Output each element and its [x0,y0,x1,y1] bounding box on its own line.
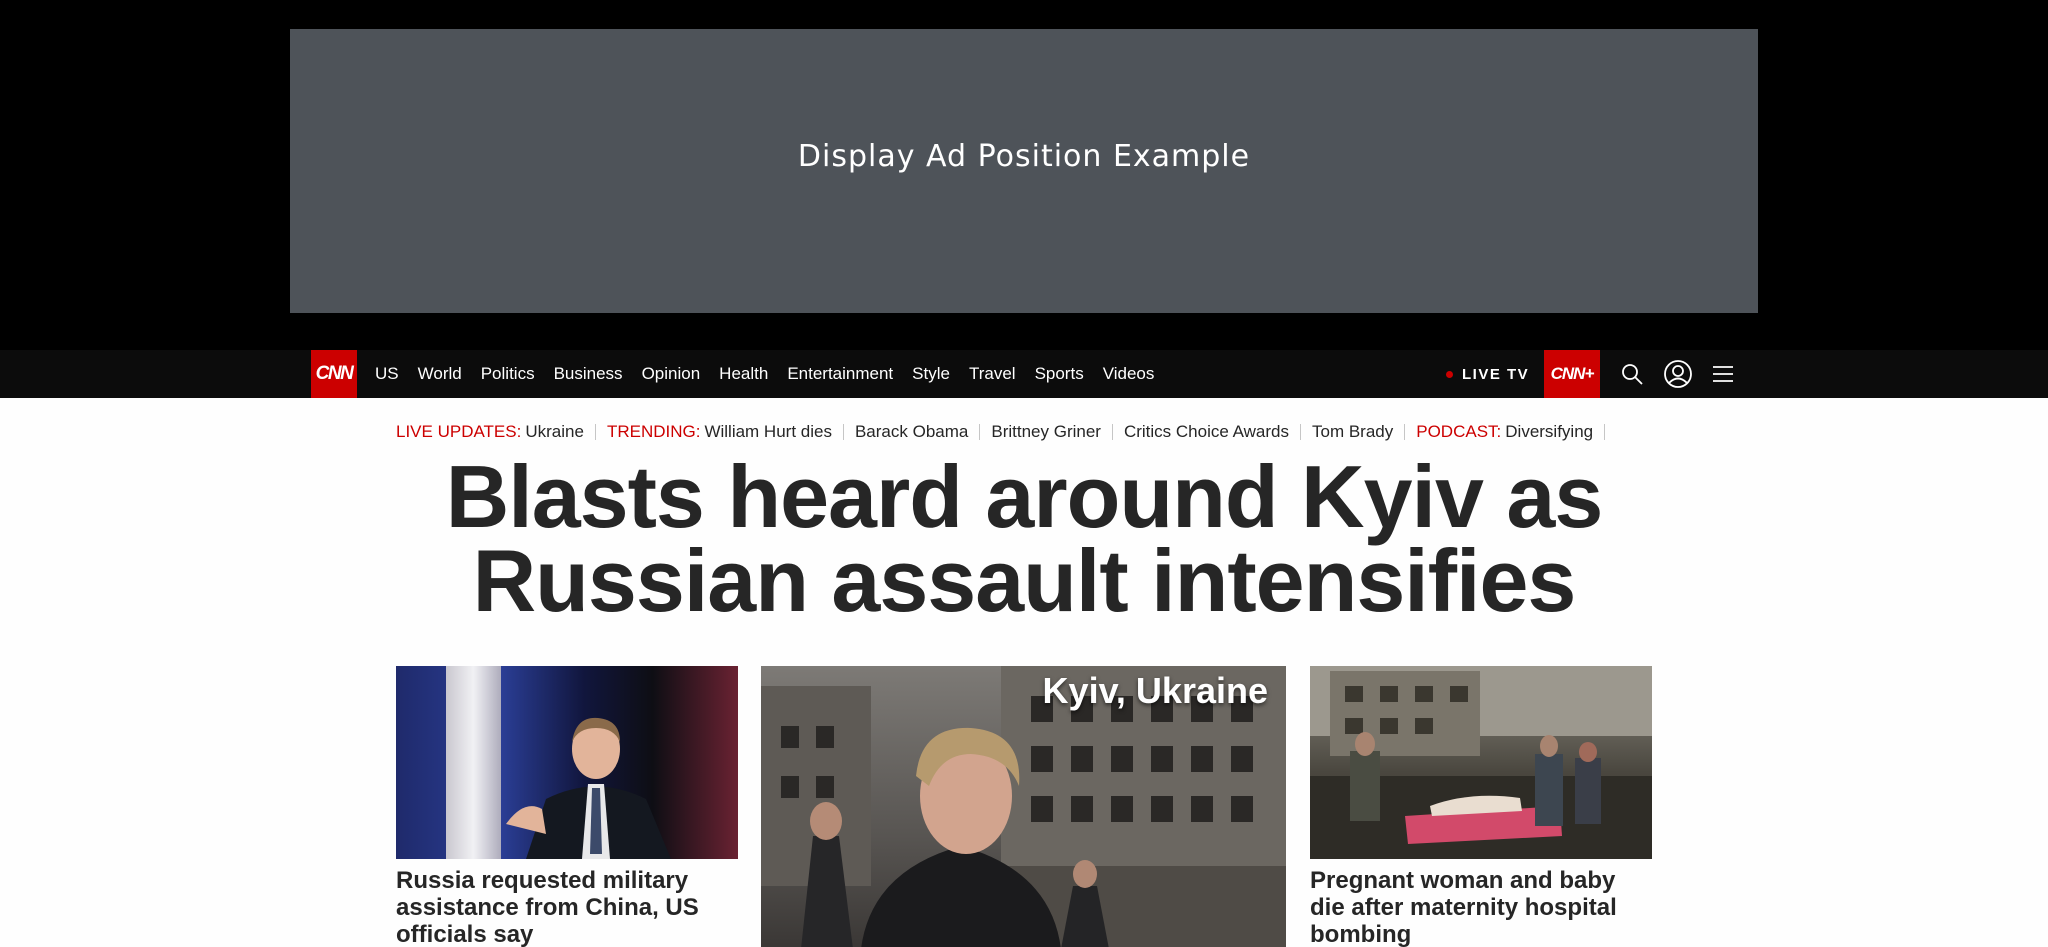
divider [1111,424,1113,440]
story-image[interactable] [1310,666,1652,859]
main-nav: CNN US World Politics Business Opinion H… [0,350,2048,398]
live-tv-link[interactable]: LIVE TV [1446,350,1529,398]
trending-bar: LIVE UPDATES: Ukraine TRENDING: William Hu… [396,420,1616,444]
location-overlay: Kyiv, Ukraine [1042,670,1268,711]
scene-graphic [1310,666,1652,859]
ad-zone: Display Ad Position Example [0,0,2048,350]
account-icon[interactable] [1662,358,1694,390]
trending-text: Tom Brady [1311,422,1394,441]
nav-link-opinion[interactable]: Opinion [642,364,701,384]
trending-text: William Hurt dies [704,422,832,441]
story-card-center[interactable]: Kyiv, Ukraine [761,666,1286,947]
divider [979,424,981,440]
trending-label: TRENDING: [606,422,701,441]
nav-link-politics[interactable]: Politics [481,364,535,384]
live-dot-icon [1446,370,1453,378]
story-title[interactable]: Russia requested military assistance fro… [396,867,738,947]
divider [842,424,844,440]
trending-item[interactable]: Tom Brady [1312,422,1393,442]
story-image[interactable]: Kyiv, Ukraine [761,666,1286,947]
divider [1404,424,1406,440]
cnn-plus-label: CNN+ [1550,364,1595,383]
divider [1299,424,1301,440]
pillar-graphic [446,666,501,859]
nav-link-world[interactable]: World [418,364,462,384]
live-tv-label: LIVE TV [1462,365,1530,383]
story-card-left[interactable]: Russia requested military assistance fro… [396,666,738,947]
menu-icon[interactable] [1707,358,1739,390]
nav-link-health[interactable]: Health [719,364,768,384]
story-card-right[interactable]: Pregnant woman and baby die after matern… [1310,666,1652,947]
display-ad[interactable]: Display Ad Position Example [290,29,1758,313]
search-icon[interactable] [1616,358,1648,390]
trending-item[interactable]: Critics Choice Awards [1124,422,1289,442]
trending-label: LIVE UPDATES: [396,422,522,441]
trending-item[interactable]: LIVE UPDATES: Ukraine [396,422,584,442]
cnn-plus-button[interactable]: CNN+ [1544,350,1600,398]
main-headline[interactable]: Blasts heard around Kyiv as Russian assa… [300,453,1748,625]
divider [1604,424,1606,440]
nav-link-videos[interactable]: Videos [1103,364,1155,384]
trending-item[interactable]: PODCAST: Diversifying [1416,422,1593,442]
nav-link-sports[interactable]: Sports [1035,364,1084,384]
nav-links: US World Politics Business Opinion Healt… [375,350,1173,398]
nav-link-style[interactable]: Style [912,364,950,384]
trending-text: Ukraine [525,422,584,441]
person-graphic [506,717,671,859]
divider [594,424,596,440]
trending-item[interactable]: TRENDING: William Hurt dies [607,422,832,442]
trending-text: Brittney Griner [991,422,1101,441]
nav-link-business[interactable]: Business [554,364,623,384]
nav-link-us[interactable]: US [375,364,399,384]
trending-text: Barack Obama [854,422,969,441]
cnn-logo[interactable]: CNN [311,350,357,398]
trending-text: Critics Choice Awards [1123,422,1289,441]
trending-label: PODCAST: [1416,422,1502,441]
story-image[interactable] [396,666,738,859]
nav-link-travel[interactable]: Travel [969,364,1016,384]
story-title[interactable]: Pregnant woman and baby die after matern… [1310,867,1652,947]
cnn-logo-text: CNN [315,363,354,384]
trending-item[interactable]: Brittney Griner [991,422,1101,442]
trending-text: Diversifying [1505,422,1594,441]
ad-label: Display Ad Position Example [797,138,1251,174]
trending-item[interactable]: Barack Obama [855,422,968,442]
nav-link-entertainment[interactable]: Entertainment [787,364,893,384]
